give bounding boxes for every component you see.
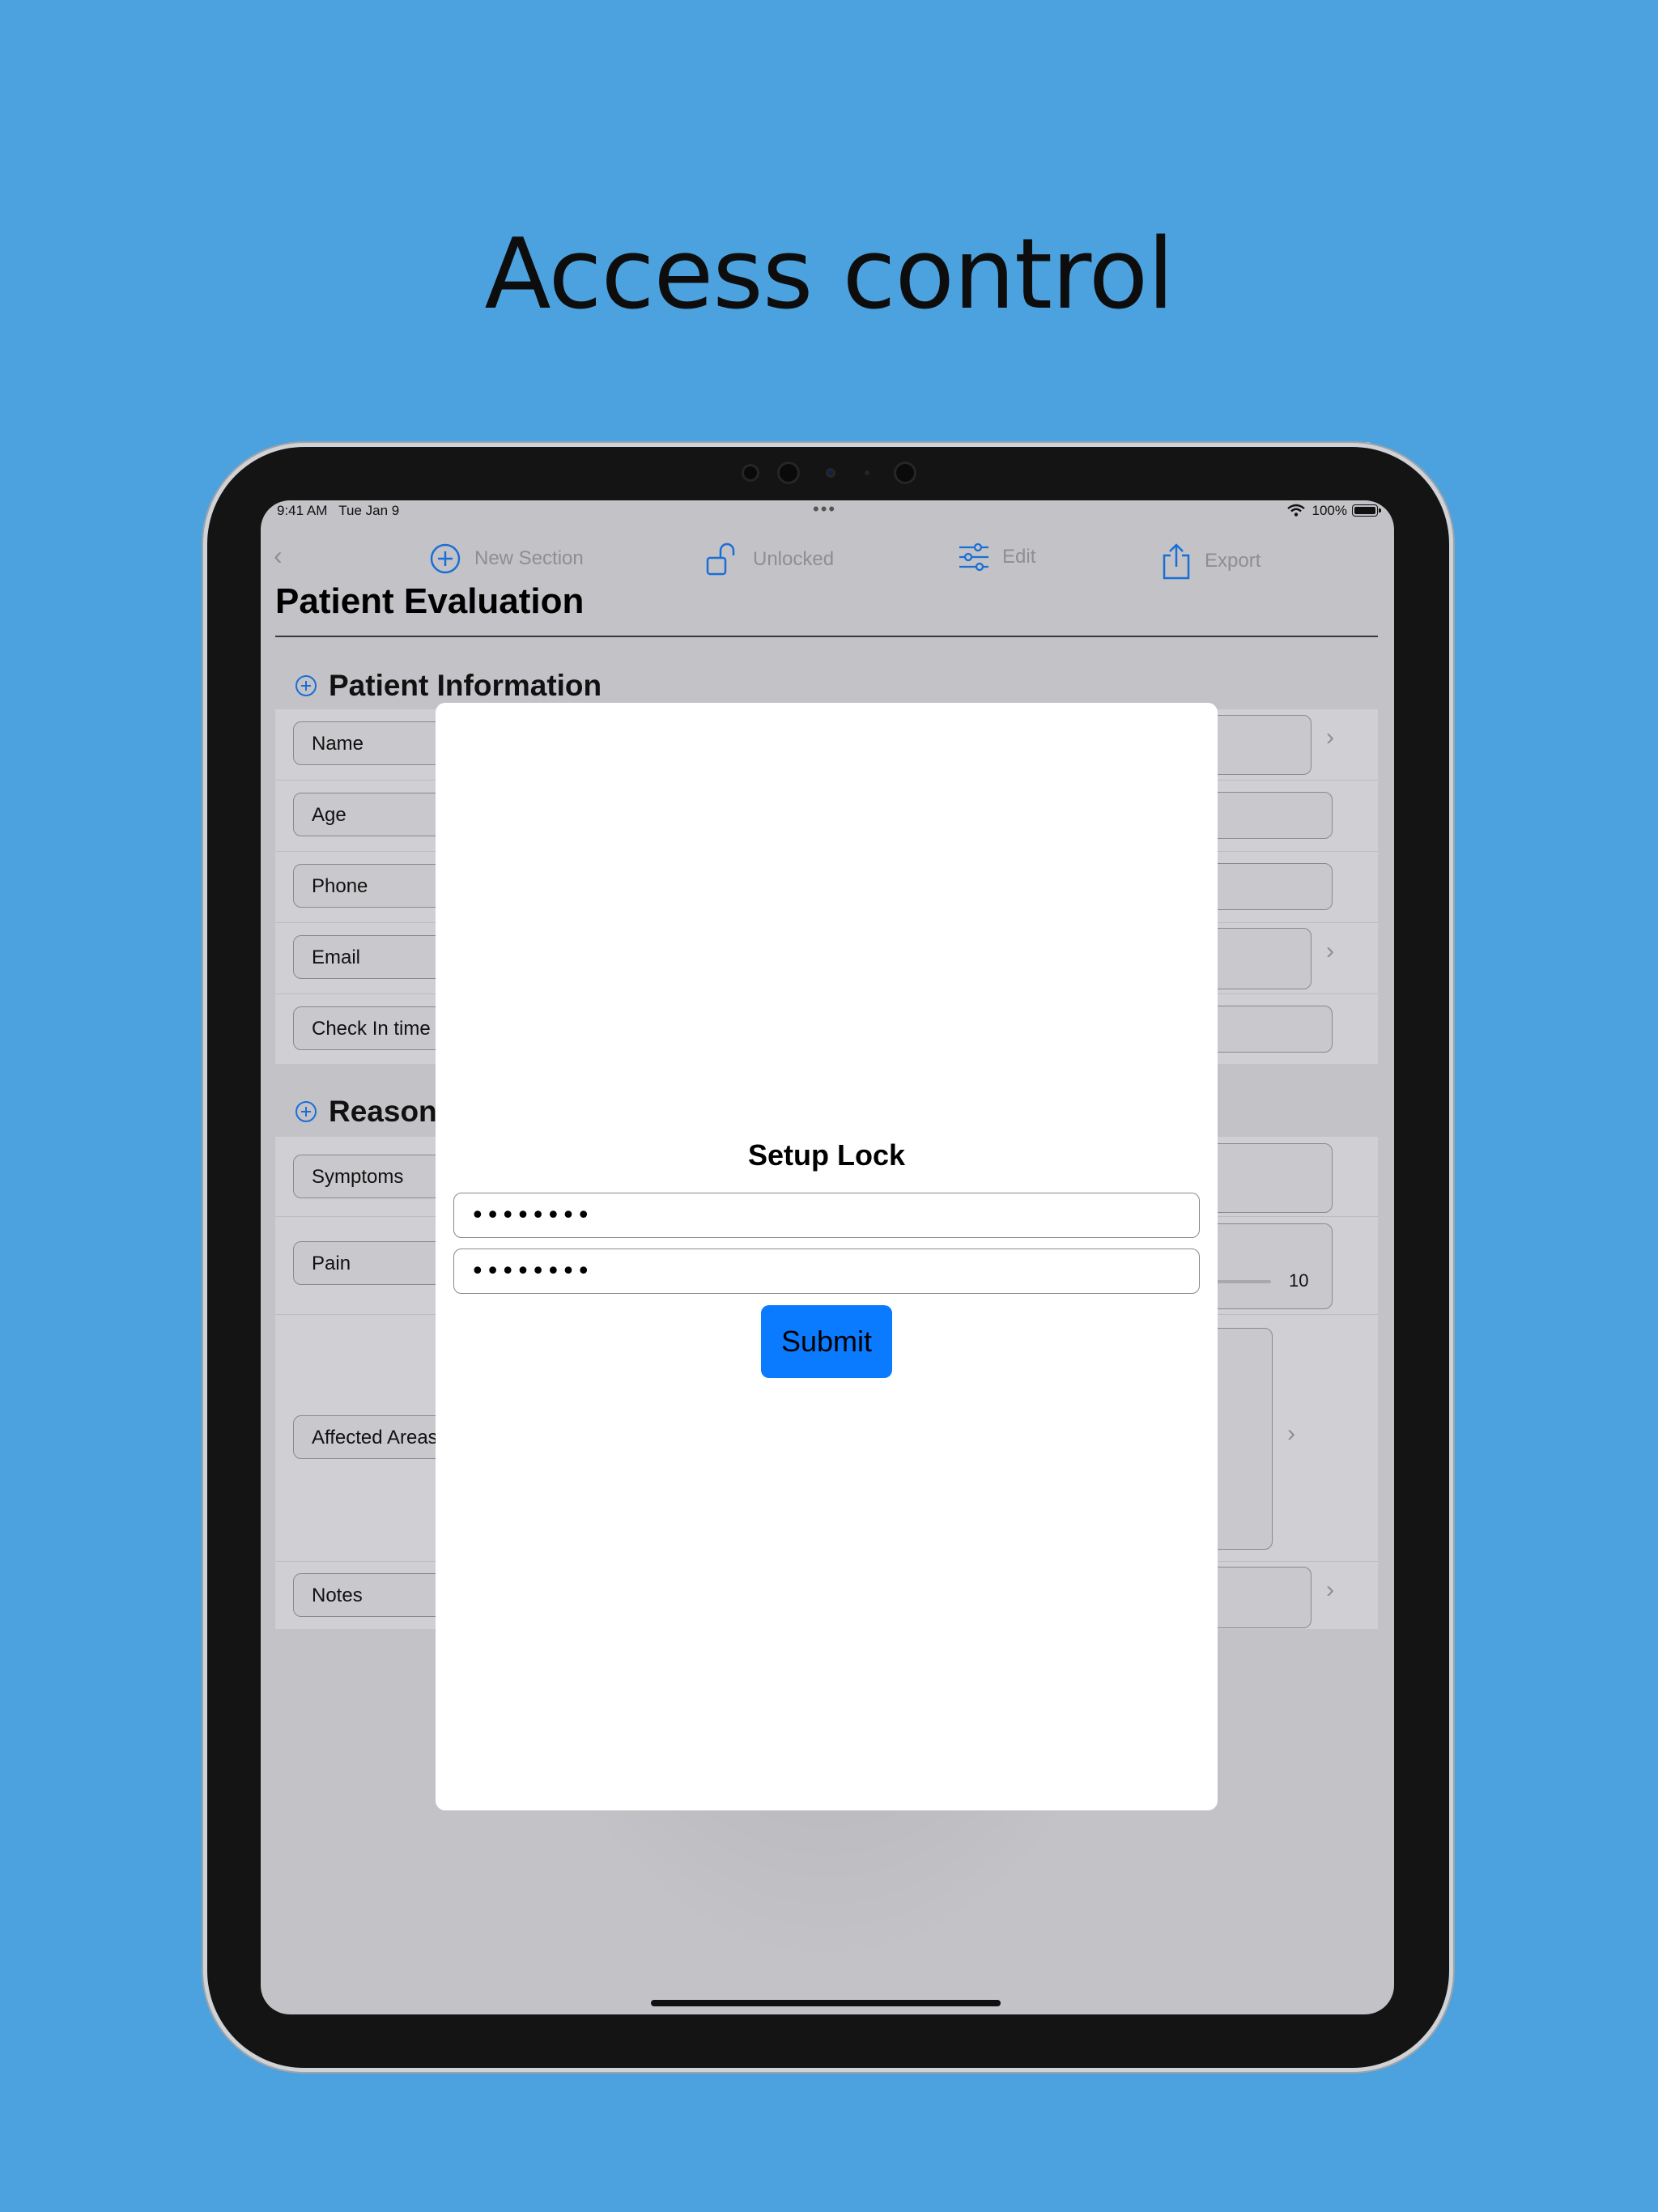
password-input[interactable] — [453, 1193, 1200, 1238]
camera-indicator-icon — [826, 468, 835, 478]
headline: Access control — [484, 219, 1175, 331]
section-header-patient-info: Patient Information — [295, 669, 602, 703]
modal-title: Setup Lock — [747, 1138, 906, 1172]
section-title: Patient Information — [329, 669, 602, 702]
camera-sensor-icon — [742, 464, 759, 482]
status-time: 9:41 AM — [277, 503, 328, 518]
share-icon — [1163, 543, 1190, 580]
submit-button[interactable]: Submit — [761, 1305, 892, 1378]
screen: 9:41 AM Tue Jan 9 ••• 100% ‹ New Section — [261, 500, 1394, 2014]
wifi-icon — [1287, 504, 1305, 517]
status-bar: 9:41 AM Tue Jan 9 ••• 100% — [261, 500, 1394, 525]
chevron-right-icon[interactable]: › — [1326, 938, 1334, 965]
sliders-icon — [959, 542, 988, 572]
setup-lock-modal: Setup Lock Submit — [436, 703, 1218, 1810]
status-date: Tue Jan 9 — [338, 503, 400, 518]
edit-button[interactable]: Edit — [959, 542, 1035, 572]
pain-slider-max: 10 — [1289, 1270, 1309, 1291]
home-indicator[interactable] — [651, 2000, 1001, 2006]
camera-dot-icon — [865, 470, 869, 475]
lock-state-label: Unlocked — [753, 548, 835, 570]
add-field-icon[interactable] — [295, 674, 317, 697]
page-title: Patient Evaluation — [275, 581, 585, 621]
export-label: Export — [1205, 550, 1261, 572]
add-field-icon[interactable] — [295, 1100, 317, 1123]
new-section-button[interactable]: New Section — [429, 542, 584, 575]
section-title: Reason — [329, 1095, 437, 1128]
battery-percent: 100% — [1312, 503, 1347, 518]
lock-toggle-button[interactable]: Unlocked — [706, 542, 834, 576]
toolbar: ‹ New Section Unlocked Edit Export — [261, 536, 1394, 580]
back-chevron-icon[interactable]: ‹ — [274, 541, 283, 571]
camera-lens-icon — [777, 462, 800, 484]
title-divider — [275, 636, 1378, 637]
confirm-password-input[interactable] — [453, 1249, 1200, 1294]
faceid-sensor-icon — [894, 462, 916, 484]
new-section-label: New Section — [474, 547, 584, 569]
unlock-icon — [706, 542, 735, 576]
section-header-reason: Reason — [295, 1095, 437, 1129]
multitask-dots-icon[interactable]: ••• — [813, 500, 836, 520]
chevron-right-icon[interactable]: › — [1287, 1420, 1295, 1448]
plus-circle-icon — [430, 543, 461, 574]
edit-label: Edit — [1002, 546, 1036, 568]
export-button[interactable]: Export — [1161, 542, 1261, 580]
battery-icon — [1352, 504, 1381, 517]
chevron-right-icon[interactable]: › — [1326, 724, 1334, 751]
chevron-right-icon[interactable]: › — [1326, 1576, 1334, 1604]
